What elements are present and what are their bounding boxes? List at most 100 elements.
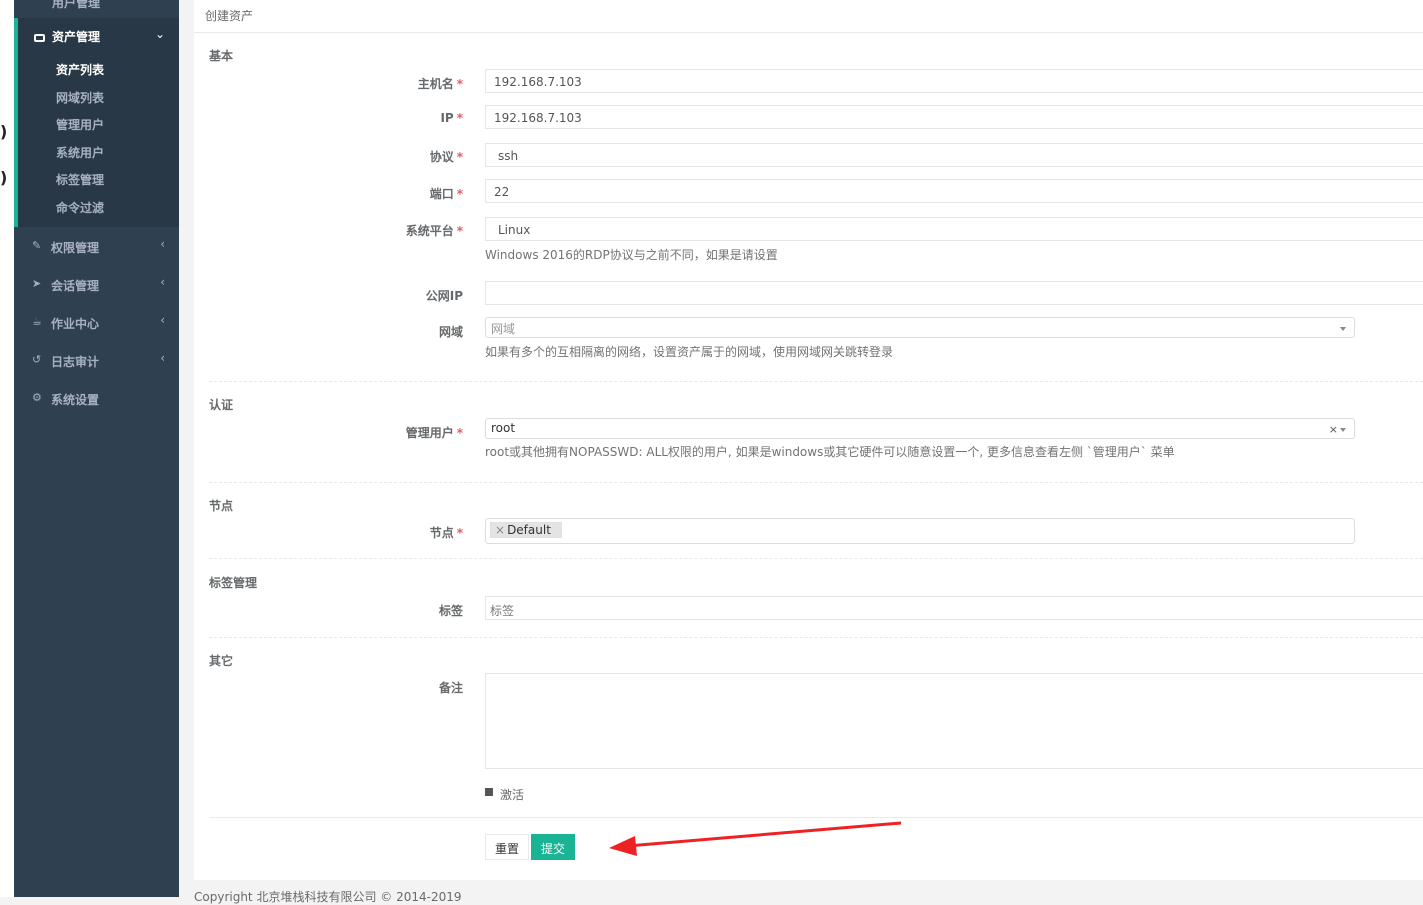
- label-text: 系统平台: [405, 224, 454, 238]
- chevron-left-icon: ‹: [160, 275, 165, 289]
- active-checkbox[interactable]: [485, 788, 493, 796]
- chevron-left-icon: ‹: [160, 313, 165, 327]
- public-ip-label: 公网IP: [194, 287, 463, 304]
- admin-user-value: root: [491, 421, 516, 435]
- label-text: 标签: [438, 604, 463, 618]
- port-input[interactable]: 22: [485, 179, 1423, 203]
- node-tag-label: Default: [507, 523, 551, 537]
- sidebar-item-label: 系统设置: [51, 393, 100, 407]
- sidebar-group-header[interactable]: 资产管理: [34, 28, 100, 45]
- edge-glyph: ): [0, 168, 8, 187]
- admin-user-help: root或其他拥有NOPASSWD: ALL权限的用户, 如果是windows或…: [485, 445, 1175, 459]
- label-text: 协议: [429, 150, 454, 164]
- hostname-input[interactable]: 192.168.7.103: [485, 69, 1423, 93]
- label-text: 管理用户: [405, 426, 454, 440]
- hostname-label: 主机名 *: [194, 75, 463, 92]
- sidebar-item-label: 用户管理: [52, 0, 101, 10]
- required-mark: *: [456, 224, 463, 238]
- sidebar-group-label: 资产管理: [52, 30, 101, 44]
- admin-user-select[interactable]: root ×: [485, 418, 1355, 439]
- sidebar-item-settings[interactable]: ⚙ 系统设置: [14, 380, 179, 418]
- required-mark: *: [456, 150, 463, 164]
- submit-button[interactable]: 提交: [531, 834, 576, 860]
- public-ip-input[interactable]: [485, 281, 1423, 305]
- section-divider: [209, 637, 1423, 638]
- sidebar-subitem-labels[interactable]: 标签管理: [56, 171, 104, 188]
- sidebar-subitem-system-user[interactable]: 系统用户: [56, 144, 104, 161]
- section-basic: 基本: [209, 49, 234, 63]
- sidebar-subitem-admin-user[interactable]: 管理用户: [56, 116, 104, 133]
- protocol-label: 协议 *: [194, 148, 463, 165]
- nodes-label: 节点 *: [194, 524, 463, 541]
- clear-icon[interactable]: ×: [1329, 423, 1338, 436]
- sidebar-item-audit[interactable]: ↺ 日志审计 ‹: [14, 342, 179, 380]
- required-mark: *: [456, 426, 463, 440]
- active-checkbox-label: 激活: [500, 788, 525, 802]
- sidebar-item-jobs[interactable]: ☕ 作业中心 ‹: [14, 304, 179, 342]
- sidebar-item-sessions[interactable]: ➤ 会话管理 ‹: [14, 266, 179, 304]
- label-text: 公网IP: [425, 289, 463, 303]
- coffee-icon: ☕: [32, 315, 42, 328]
- platform-select[interactable]: Linux: [485, 217, 1423, 241]
- label-text: IP: [440, 111, 454, 125]
- section-tags: 标签管理: [209, 576, 258, 590]
- caret-down-icon: [1340, 327, 1346, 331]
- section-other: 其它: [209, 654, 234, 668]
- domain-help: 如果有多个的互相隔离的网络，设置资产属于的网域，使用网域网关跳转登录: [485, 345, 894, 359]
- sidebar-item-users[interactable]: 用户管理: [14, 0, 179, 16]
- sidebar-item-label: 日志审计: [51, 355, 100, 369]
- admin-user-label: 管理用户 *: [194, 424, 463, 441]
- divider: [194, 32, 1423, 33]
- label-text: 主机名: [417, 77, 454, 91]
- sidebar-subitem-cmd-filter[interactable]: 命令过滤: [56, 199, 104, 216]
- edit-icon: ✎: [32, 239, 42, 252]
- section-divider: [209, 558, 1423, 559]
- labels-select[interactable]: 标签: [485, 596, 1423, 620]
- sidebar-subitem-domain-list[interactable]: 网域列表: [56, 89, 104, 106]
- left-edge-strip: ) ): [0, 0, 14, 897]
- platform-help: Windows 2016的RDP协议与之前不同，如果是请设置: [485, 248, 778, 262]
- ip-label: IP *: [194, 111, 463, 125]
- edge-glyph: ): [0, 122, 8, 141]
- labels-label: 标签: [194, 602, 463, 619]
- node-tag: × Default: [490, 522, 562, 538]
- domain-select[interactable]: 网域: [485, 317, 1355, 338]
- port-label: 端口 *: [194, 185, 463, 202]
- required-mark: *: [456, 77, 463, 91]
- labels-placeholder: 标签: [490, 604, 515, 618]
- required-mark: *: [456, 526, 463, 540]
- domain-label: 网域: [194, 323, 463, 340]
- comment-label: 备注: [194, 679, 463, 696]
- comment-textarea[interactable]: [485, 673, 1423, 769]
- create-asset-panel: 创建资产 基本 主机名 * 192.168.7.103 IP * 192.168.7…: [194, 0, 1423, 880]
- history-icon: ↺: [32, 353, 42, 366]
- protocol-select[interactable]: ssh: [485, 143, 1423, 167]
- sidebar-item-label: 权限管理: [51, 241, 100, 255]
- page-title: 创建资产: [205, 9, 254, 23]
- rocket-icon: ➤: [32, 277, 42, 290]
- required-mark: *: [456, 111, 463, 125]
- section-divider: [209, 482, 1423, 483]
- reset-button[interactable]: 重置: [485, 834, 530, 860]
- label-text: 节点: [429, 526, 454, 540]
- chevron-down-icon[interactable]: ⌄: [155, 27, 165, 41]
- label-text: 备注: [438, 681, 463, 695]
- remove-tag-icon[interactable]: ×: [495, 523, 505, 537]
- sidebar-subitem-asset-list[interactable]: 资产列表: [56, 61, 104, 78]
- ip-input[interactable]: 192.168.7.103: [485, 105, 1423, 129]
- label-text: 端口: [429, 187, 454, 201]
- gears-icon: ⚙: [32, 391, 42, 404]
- domain-placeholder: 网域: [491, 322, 516, 336]
- inbox-icon: [34, 33, 45, 42]
- red-arrow-annotation: [609, 821, 902, 856]
- nodes-multiselect[interactable]: × Default: [485, 518, 1355, 544]
- sidebar-item-perms[interactable]: ✎ 权限管理 ‹: [14, 228, 179, 266]
- sidebar: 用户管理 资产管理 ⌄ 资产列表 网域列表 管理用户 系统用户 标签管理 命令过…: [14, 0, 179, 897]
- platform-label: 系统平台 *: [194, 222, 463, 239]
- sidebar-item-label: 会话管理: [51, 279, 100, 293]
- sidebar-group-assets: 资产管理 ⌄ 资产列表 网域列表 管理用户 系统用户 标签管理 命令过滤: [14, 18, 179, 227]
- label-text: 网域: [438, 325, 463, 339]
- section-node: 节点: [209, 499, 234, 513]
- sidebar-item-label: 作业中心: [51, 317, 100, 331]
- required-mark: *: [456, 187, 463, 201]
